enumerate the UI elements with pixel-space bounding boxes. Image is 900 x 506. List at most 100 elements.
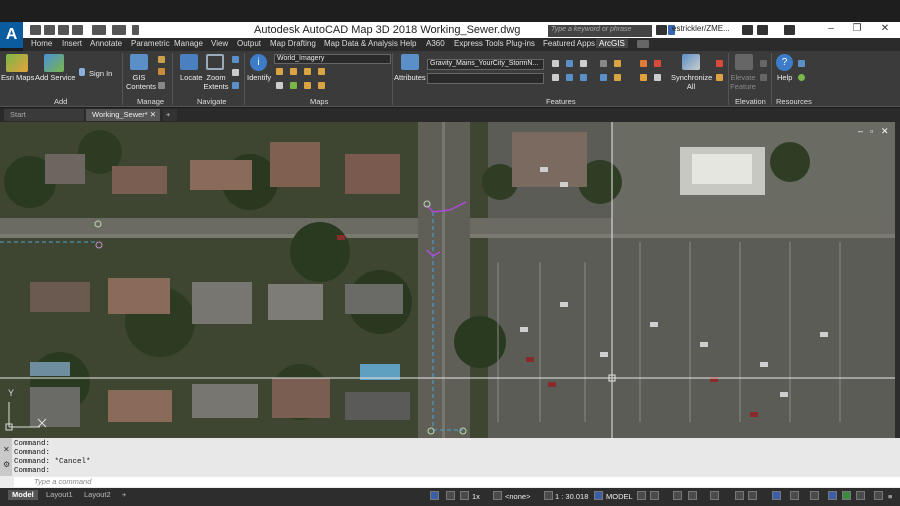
tab-express-tools[interactable]: Express Tools (454, 39, 504, 48)
synchronize-all-button[interactable]: Synchronize All (671, 73, 712, 91)
osnap-icon[interactable] (710, 491, 719, 500)
locate-button[interactable]: Locate (180, 73, 203, 82)
tab-map-data-analysis[interactable]: Map Data & Analysis (324, 39, 398, 48)
tab-a360[interactable]: A360 (426, 39, 445, 48)
feature-tool-icon[interactable] (654, 74, 661, 81)
close-window-button[interactable]: ✕ (874, 23, 896, 37)
pan-icon[interactable] (232, 69, 239, 76)
warning-icon[interactable] (856, 491, 865, 500)
elevation-tool-icon[interactable] (760, 60, 767, 67)
feature-tool-icon[interactable] (566, 60, 573, 67)
map-tool-icon[interactable] (290, 82, 297, 89)
feature-tool-icon[interactable] (716, 74, 723, 81)
map-tool-icon[interactable] (276, 68, 283, 75)
feature-tool-icon[interactable] (654, 60, 661, 67)
zoom-extents-button[interactable]: Zoom Extents (203, 73, 229, 91)
elevate-feature-button[interactable]: Elevate Feature (728, 73, 758, 91)
tab-manage[interactable]: Manage (174, 39, 203, 48)
map-tool-icon[interactable] (318, 68, 325, 75)
open-icon[interactable] (44, 25, 55, 35)
viewport-close-button[interactable]: ✕ (881, 126, 889, 137)
feature-tool-icon[interactable] (580, 74, 587, 81)
annotation-scale-icon[interactable] (460, 491, 469, 500)
feature-tool-icon[interactable] (600, 60, 607, 67)
layout-tab-model[interactable]: Model (8, 490, 38, 500)
tab-insert[interactable]: Insert (62, 39, 82, 48)
auto-scale-icon[interactable] (790, 491, 799, 500)
resource-tool-icon[interactable] (798, 60, 805, 67)
tab-plug-ins[interactable]: Plug-ins (506, 39, 535, 48)
isolate-objects-icon[interactable] (828, 491, 837, 500)
search-input[interactable]: Type a keyword or phrase (548, 25, 652, 37)
tab-home[interactable]: Home (31, 39, 52, 48)
map-tool-icon[interactable] (290, 68, 297, 75)
ribbon-minimize-icon[interactable] (637, 40, 649, 48)
autocad-logo-icon[interactable]: A (0, 22, 23, 48)
layout-tab-layout2[interactable]: Layout2 (80, 490, 115, 500)
zoom-in-icon[interactable] (232, 56, 239, 63)
map-tool-icon[interactable] (304, 68, 311, 75)
feature-tool-icon[interactable] (614, 60, 621, 67)
gis-contents-button[interactable]: GIS Contents (126, 73, 156, 91)
feature-tool-icon[interactable] (614, 74, 621, 81)
tab-annotate[interactable]: Annotate (90, 39, 122, 48)
tab-view[interactable]: View (211, 39, 228, 48)
viewport-restore-button[interactable]: ▫ (870, 126, 873, 136)
drawing-canvas[interactable]: Y – ▫ ✕ (0, 122, 895, 438)
customization-menu-icon[interactable]: ≡ (888, 492, 892, 501)
scale-icon[interactable] (544, 491, 553, 500)
map-tool-icon[interactable] (304, 82, 311, 89)
scale-select[interactable]: 1 : 30.018 (555, 492, 588, 501)
resource-tool-icon[interactable] (798, 74, 805, 81)
ortho-icon[interactable] (673, 491, 682, 500)
tab-arcgis[interactable]: ArcGIS (596, 39, 628, 48)
lock-icon[interactable] (594, 491, 603, 500)
close-command-icon[interactable]: ✕ (3, 445, 10, 454)
layout-tab-layout1[interactable]: Layout1 (42, 490, 77, 500)
user-menu[interactable]: estrickler/ZME... (672, 24, 730, 33)
grid-display-icon[interactable] (637, 491, 646, 500)
zoom-previous-icon[interactable] (232, 82, 239, 89)
manage-tool-icon[interactable] (158, 56, 165, 63)
command-line-handle[interactable] (0, 438, 12, 476)
tab-output[interactable]: Output (237, 39, 261, 48)
workspace-icon[interactable] (493, 491, 502, 500)
new-tab-button[interactable]: + (163, 109, 177, 121)
customize-quick-access-icon[interactable] (132, 25, 139, 35)
feature-type-select[interactable] (427, 73, 544, 84)
lineweight-icon[interactable] (735, 491, 744, 500)
tab-map-drafting[interactable]: Map Drafting (270, 39, 316, 48)
feature-tool-icon[interactable] (716, 60, 723, 67)
tab-parametric[interactable]: Parametric (131, 39, 170, 48)
close-tab-icon[interactable]: ✕ (150, 109, 156, 121)
workspace-select[interactable]: <none> (505, 492, 530, 501)
feature-tool-icon[interactable] (580, 60, 587, 67)
feature-tool-icon[interactable] (640, 60, 647, 67)
elevation-tool-icon[interactable] (760, 74, 767, 81)
basemap-select[interactable]: World_Imagery (274, 54, 391, 64)
map-tool-icon[interactable] (276, 82, 283, 89)
command-input[interactable]: Type a command (14, 477, 900, 487)
feature-tool-icon[interactable] (640, 74, 647, 81)
snap-icon[interactable] (446, 491, 455, 500)
sign-in-button[interactable]: Sign In (89, 69, 112, 78)
snap-mode-icon[interactable] (650, 491, 659, 500)
help-icon[interactable] (784, 25, 795, 35)
working-sewer-tab[interactable]: Working_Sewer* ✕ (86, 109, 160, 121)
feature-tool-icon[interactable] (566, 74, 573, 81)
redo-icon[interactable] (112, 25, 126, 35)
model-space-toggle[interactable]: MODEL (606, 492, 633, 501)
polar-tracking-icon[interactable] (688, 491, 697, 500)
start-tab[interactable]: Start (4, 109, 84, 121)
command-settings-icon[interactable]: ⚙ (3, 460, 10, 469)
esri-maps-button[interactable]: Esri Maps (1, 73, 34, 82)
annotation-visibility-icon[interactable] (772, 491, 781, 500)
manage-tool-icon[interactable] (158, 82, 165, 89)
transparency-icon[interactable] (748, 491, 757, 500)
vertical-scrollbar[interactable] (895, 122, 900, 438)
new-icon[interactable] (30, 25, 41, 35)
minimize-button[interactable]: – (820, 23, 842, 37)
a360-icon[interactable] (757, 25, 768, 35)
clean-screen-icon[interactable] (874, 491, 883, 500)
print-icon[interactable] (72, 25, 83, 35)
